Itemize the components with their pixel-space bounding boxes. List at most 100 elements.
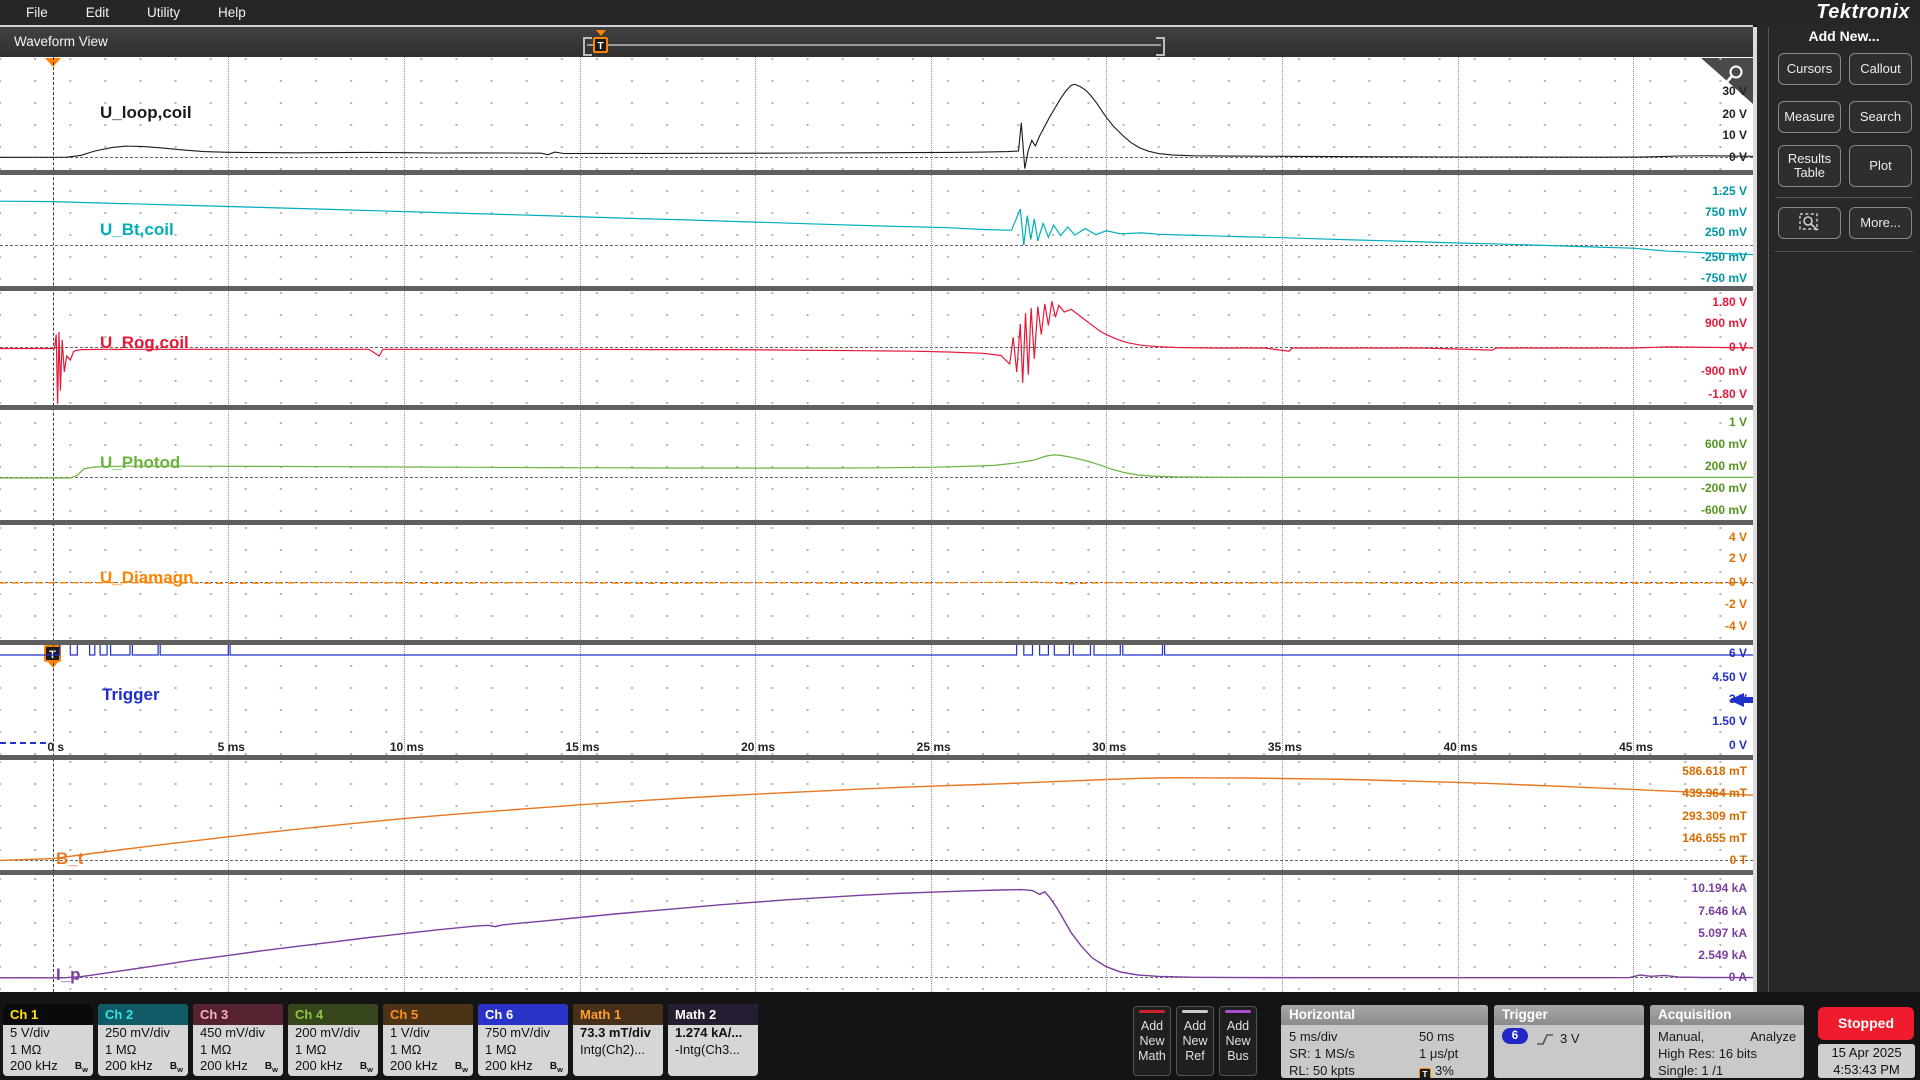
settings-badge-line: 200 kHzBw xyxy=(3,1058,93,1075)
view-title: Waveform View xyxy=(14,34,108,49)
bandwidth-icon: Bw xyxy=(360,1059,373,1076)
channel-label-ch5[interactable]: U_Diamagn xyxy=(100,568,194,588)
waveform-trace-ch5[interactable] xyxy=(0,582,1753,584)
channel-label-math1[interactable]: B_t xyxy=(56,849,83,869)
settings-badge-ch1[interactable]: Ch 15 V/div1 MΩ200 kHzBw xyxy=(3,1004,93,1076)
trigger-flag-icon: T xyxy=(1419,1068,1431,1078)
cursors-button[interactable]: Cursors xyxy=(1778,53,1841,85)
search-button[interactable]: Search xyxy=(1849,101,1912,133)
add-new-strip xyxy=(1139,1010,1165,1013)
settings-badge-title: Ch 3 xyxy=(193,1004,283,1025)
channel-label-math2[interactable]: I_p xyxy=(56,965,81,985)
time-axis-label: 40 ms xyxy=(1433,740,1489,754)
settings-badge-math2[interactable]: Math 21.274 kA/...-Intg(Ch3... xyxy=(668,1004,758,1076)
waveform-trace-math2[interactable] xyxy=(0,890,1753,978)
axis-label-math1: 439.964 mT xyxy=(1682,786,1747,800)
trigger-panel[interactable]: Trigger 6 3 V xyxy=(1494,1005,1644,1078)
add-new-bus-button[interactable]: AddNewBus xyxy=(1219,1006,1257,1076)
menu-edit[interactable]: Edit xyxy=(86,5,109,20)
settings-badge-line: -Intg(Ch3... xyxy=(668,1042,758,1059)
horizontal-panel[interactable]: Horizontal 5 ms/div50 ms SR: 1 MS/s1 μs/… xyxy=(1281,1005,1488,1078)
acquisition-panel[interactable]: Acquisition Manual,Analyze High Res: 16 … xyxy=(1650,1005,1804,1078)
record-view-line xyxy=(587,44,1161,46)
waveform-trace-math1[interactable] xyxy=(0,778,1753,861)
axis-label-ch2: 1.25 V xyxy=(1712,184,1747,198)
callout-button[interactable]: Callout xyxy=(1849,53,1912,85)
channel-label-ch6[interactable]: Trigger xyxy=(102,685,160,705)
waveform-area[interactable]: T 30 V20 V10 V0 V1.25 V750 mV250 mV-250 … xyxy=(0,57,1753,992)
record-view-right-bracket xyxy=(1156,37,1165,56)
measure-button[interactable]: Measure xyxy=(1778,101,1841,133)
add-new-ref-button[interactable]: AddNewRef xyxy=(1176,1006,1214,1076)
axis-label-ch2: -750 mV xyxy=(1701,271,1747,285)
axis-label-ch5: -2 V xyxy=(1725,597,1747,611)
bandwidth-icon: Bw xyxy=(75,1059,88,1076)
axis-label-math2: 10.194 kA xyxy=(1692,881,1747,895)
settings-badge-line: 5 V/div xyxy=(3,1025,93,1042)
axis-label-ch1: 30 V xyxy=(1722,84,1747,98)
run-state-button[interactable]: Stopped xyxy=(1818,1007,1914,1040)
time-axis-label: 15 ms xyxy=(555,740,611,754)
acquisition-title: Acquisition xyxy=(1650,1005,1804,1025)
axis-label-ch4: 600 mV xyxy=(1705,437,1747,451)
settings-badge-ch5[interactable]: Ch 51 V/div1 MΩ200 kHzBw xyxy=(383,1004,473,1076)
slice-separator-4 xyxy=(0,640,1753,645)
horizontal-resolution: 1 μs/pt xyxy=(1419,1045,1458,1062)
channel-label-ch2[interactable]: U_Bt,coil xyxy=(100,220,174,240)
axis-label-math1: 146.655 mT xyxy=(1682,831,1747,845)
sidebar-divider-line xyxy=(1775,197,1913,198)
waveform-trace-ch2[interactable] xyxy=(0,201,1753,255)
bandwidth-icon: Bw xyxy=(550,1059,563,1076)
axis-label-ch3: 0 V xyxy=(1729,340,1747,354)
channel-label-ch4[interactable]: U_Photod xyxy=(100,453,180,473)
horizontal-record-length: RL: 50 kpts xyxy=(1289,1062,1355,1078)
menu-file[interactable]: File xyxy=(26,5,48,20)
settings-badge-line: 1 MΩ xyxy=(193,1042,283,1059)
settings-badge-line: 200 kHzBw xyxy=(288,1058,378,1075)
settings-badge-ch6[interactable]: Ch 6750 mV/div1 MΩ200 kHzBw xyxy=(478,1004,568,1076)
axis-label-ch6: 6 V xyxy=(1729,646,1747,660)
slice-separator-5 xyxy=(0,755,1753,760)
record-view-bar[interactable]: T xyxy=(583,36,1165,54)
settings-badge-title: Ch 5 xyxy=(383,1004,473,1025)
time-axis-label: 35 ms xyxy=(1257,740,1313,754)
settings-badge-ch3[interactable]: Ch 3450 mV/div1 MΩ200 kHzBw xyxy=(193,1004,283,1076)
slice-separator-3 xyxy=(0,520,1753,525)
waveform-trace-ch1[interactable] xyxy=(0,84,1753,168)
slice-separator-0 xyxy=(0,170,1753,175)
sidebar-divider xyxy=(1768,27,1769,1003)
waveform-trace-ch4[interactable] xyxy=(0,455,1753,478)
zoom-tool-button[interactable] xyxy=(1778,207,1841,239)
settings-badge-line: 200 mV/div xyxy=(288,1025,378,1042)
settings-badge-title: Ch 1 xyxy=(3,1004,93,1025)
horizontal-scale: 5 ms/div xyxy=(1289,1028,1337,1045)
horizontal-title: Horizontal xyxy=(1281,1005,1488,1025)
horizontal-sample-rate: SR: 1 MS/s xyxy=(1289,1045,1355,1062)
more-button[interactable]: More... xyxy=(1849,207,1912,239)
menu-help[interactable]: Help xyxy=(218,5,246,20)
axis-label-math1: 0 T xyxy=(1730,853,1747,867)
waveform-trace-ch3[interactable] xyxy=(0,301,1753,404)
results-table-button[interactable]: Results Table xyxy=(1778,145,1841,187)
axis-label-math1: 586.618 mT xyxy=(1682,764,1747,778)
menu-utility[interactable]: Utility xyxy=(147,5,180,20)
settings-badge-math1[interactable]: Math 173.3 mT/divIntg(Ch2)... xyxy=(573,1004,663,1076)
waveform-trace-ch6[interactable] xyxy=(0,644,1753,655)
bandwidth-icon: Bw xyxy=(265,1059,278,1076)
time-axis-label: 10 ms xyxy=(379,740,435,754)
axis-label-ch2: 250 mV xyxy=(1705,225,1747,239)
settings-badge-line: 1 MΩ xyxy=(3,1042,93,1059)
trigger-position-icon[interactable]: T xyxy=(593,37,608,53)
channel-label-ch1[interactable]: U_loop,coil xyxy=(100,103,192,123)
axis-label-ch3: -900 mV xyxy=(1701,364,1747,378)
tektronix-logo: Tektronix xyxy=(1816,1,1910,24)
add-new-math-button[interactable]: AddNewMath xyxy=(1133,1006,1171,1076)
plot-button[interactable]: Plot xyxy=(1849,145,1912,187)
settings-badge-ch2[interactable]: Ch 2250 mV/div1 MΩ200 kHzBw xyxy=(98,1004,188,1076)
acquisition-mode: Manual, xyxy=(1658,1028,1704,1045)
time-axis-label: 25 ms xyxy=(906,740,962,754)
axis-label-ch6: 0 V xyxy=(1729,738,1747,752)
axis-label-ch2: -250 mV xyxy=(1701,250,1747,264)
channel-label-ch3[interactable]: U_Rog,coil xyxy=(100,333,189,353)
settings-badge-ch4[interactable]: Ch 4200 mV/div1 MΩ200 kHzBw xyxy=(288,1004,378,1076)
